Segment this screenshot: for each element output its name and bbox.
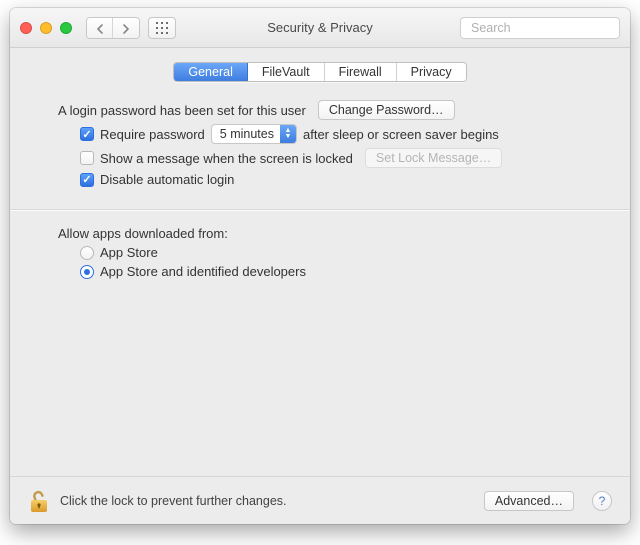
general-pane: A login password has been set for this u… bbox=[10, 92, 630, 476]
show-message-row: Show a message when the screen is locked… bbox=[58, 148, 582, 168]
footer: Click the lock to prevent further change… bbox=[10, 476, 630, 524]
disable-auto-login-row: Disable automatic login bbox=[58, 172, 582, 187]
allow-apps-label: Allow apps downloaded from: bbox=[58, 226, 582, 241]
forward-button[interactable] bbox=[113, 18, 139, 39]
divider bbox=[10, 209, 630, 210]
advanced-button[interactable]: Advanced… bbox=[484, 491, 574, 511]
allow-apps-option-appstore[interactable]: App Store bbox=[80, 245, 582, 260]
traffic-lights bbox=[20, 22, 72, 34]
tab-strip: General FileVault Firewall Privacy bbox=[10, 48, 630, 92]
require-password-checkbox[interactable] bbox=[80, 127, 94, 141]
tab-general[interactable]: General bbox=[174, 63, 247, 81]
titlebar: Security & Privacy bbox=[10, 8, 630, 48]
disable-auto-login-label: Disable automatic login bbox=[100, 172, 234, 187]
help-button[interactable]: ? bbox=[592, 491, 612, 511]
grid-icon bbox=[156, 22, 168, 34]
preferences-window: Security & Privacy General FileVault Fir… bbox=[10, 8, 630, 524]
close-icon[interactable] bbox=[20, 22, 32, 34]
show-message-checkbox[interactable] bbox=[80, 151, 94, 165]
search-input[interactable] bbox=[471, 21, 630, 35]
minimize-icon[interactable] bbox=[40, 22, 52, 34]
chevron-right-icon bbox=[122, 24, 130, 34]
login-password-label: A login password has been set for this u… bbox=[58, 103, 306, 118]
stepper-arrows-icon: ▲▼ bbox=[280, 125, 296, 143]
tabs: General FileVault Firewall Privacy bbox=[173, 62, 466, 82]
set-lock-message-button: Set Lock Message… bbox=[365, 148, 502, 168]
show-all-button[interactable] bbox=[148, 17, 176, 39]
back-button[interactable] bbox=[87, 18, 113, 39]
lock-icon[interactable] bbox=[28, 488, 50, 514]
change-password-button[interactable]: Change Password… bbox=[318, 100, 455, 120]
disable-auto-login-checkbox[interactable] bbox=[80, 173, 94, 187]
tab-filevault[interactable]: FileVault bbox=[248, 63, 325, 81]
chevron-left-icon bbox=[96, 24, 104, 34]
require-password-delay-value: 5 minutes bbox=[220, 127, 280, 141]
search-field[interactable] bbox=[460, 17, 620, 39]
lock-hint-text: Click the lock to prevent further change… bbox=[60, 494, 287, 508]
allow-apps-option-identified[interactable]: App Store and identified developers bbox=[80, 264, 582, 279]
tab-firewall[interactable]: Firewall bbox=[325, 63, 397, 81]
zoom-icon[interactable] bbox=[60, 22, 72, 34]
radio-icon bbox=[80, 246, 94, 260]
require-password-prefix: Require password bbox=[100, 127, 205, 142]
nav-back-forward bbox=[86, 17, 140, 39]
require-password-delay-select[interactable]: 5 minutes ▲▼ bbox=[211, 124, 297, 144]
radio-icon bbox=[80, 265, 94, 279]
tab-privacy[interactable]: Privacy bbox=[397, 63, 466, 81]
allow-apps-option-0-label: App Store bbox=[100, 245, 158, 260]
show-message-label: Show a message when the screen is locked bbox=[100, 151, 353, 166]
allow-apps-option-1-label: App Store and identified developers bbox=[100, 264, 306, 279]
require-password-suffix: after sleep or screen saver begins bbox=[303, 127, 499, 142]
require-password-row: Require password 5 minutes ▲▼ after slee… bbox=[58, 124, 582, 144]
